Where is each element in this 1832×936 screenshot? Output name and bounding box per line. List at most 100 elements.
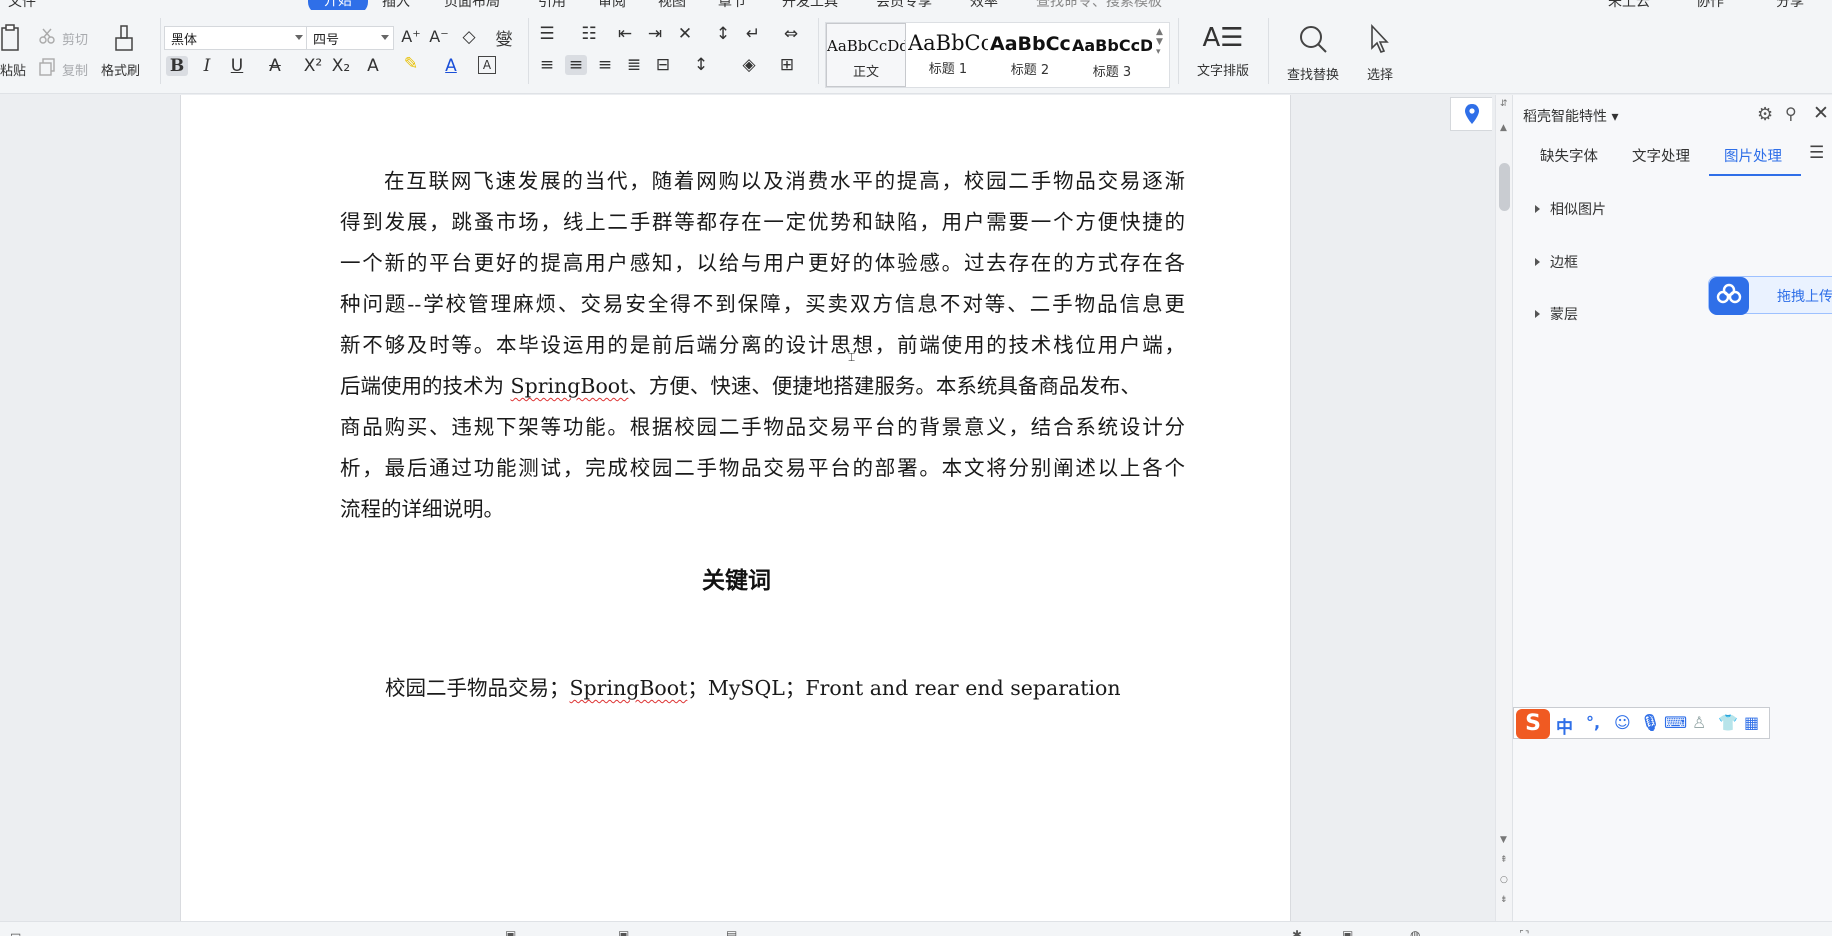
- copy-icon[interactable]: [38, 58, 56, 80]
- gallery-scroll-icon[interactable]: ▲ ▼ ▾: [1156, 27, 1163, 57]
- superscript-icon[interactable]: X²: [302, 56, 324, 76]
- pin-panel-icon[interactable]: ⚲: [1785, 104, 1797, 123]
- format-painter-icon[interactable]: [112, 24, 136, 58]
- view-mode-icon[interactable]: ▣: [505, 928, 516, 936]
- grow-font-icon[interactable]: A⁺: [400, 27, 422, 46]
- menu-references[interactable]: 引用: [538, 0, 566, 10]
- shrink-font-icon[interactable]: A⁻: [428, 27, 450, 46]
- panel-title[interactable]: 稻壳智能特性 ▾: [1523, 106, 1618, 126]
- numbered-list-icon[interactable]: ☷: [578, 24, 600, 44]
- decrease-indent-icon[interactable]: ⇤: [614, 24, 636, 44]
- ime-mode[interactable]: 中: [1556, 713, 1573, 738]
- item-border[interactable]: 边框: [1535, 252, 1578, 272]
- style-heading-2[interactable]: AaBbCcI 标题 2: [990, 23, 1070, 87]
- share-button[interactable]: 分享: [1776, 0, 1804, 10]
- style-heading-1[interactable]: AaBbCc 标题 1: [908, 23, 988, 87]
- font-color-icon[interactable]: A: [440, 56, 462, 76]
- close-icon[interactable]: ✕: [1813, 102, 1829, 124]
- scrollbar-thumb[interactable]: [1499, 163, 1510, 211]
- scroll-up-icon[interactable]: ▲: [1500, 123, 1507, 133]
- item-similar-images[interactable]: 相似图片: [1535, 199, 1606, 219]
- eye-protect-icon[interactable]: ✱: [1292, 928, 1302, 936]
- sogou-logo-icon[interactable]: S: [1516, 709, 1550, 739]
- reading-icon[interactable]: ▤: [726, 928, 737, 936]
- bold-icon[interactable]: B: [166, 56, 188, 76]
- skin-icon[interactable]: 👕: [1718, 713, 1738, 732]
- ime-toolbar[interactable]: S 中 °, ☺ 🎙 ⌨ ♙ 👕 ▦: [1513, 707, 1770, 739]
- style-normal[interactable]: AaBbCcDd 正文: [826, 23, 906, 87]
- navigation-pin-tab[interactable]: [1450, 97, 1492, 131]
- format-painter-label[interactable]: 格式刷: [101, 60, 140, 79]
- status-item[interactable]: ▭: [10, 928, 21, 936]
- keyboard-icon[interactable]: ⌨: [1664, 713, 1687, 732]
- select-button[interactable]: 选择: [1356, 23, 1404, 83]
- ime-punct[interactable]: °,: [1586, 713, 1600, 732]
- browse-object-icon[interactable]: ○: [1500, 875, 1508, 885]
- copy-label[interactable]: 复制: [62, 60, 88, 79]
- drag-upload-button[interactable]: 拖拽上传: [1708, 276, 1832, 315]
- menu-review[interactable]: 审阅: [598, 0, 626, 10]
- line-spacing-icon[interactable]: ↕: [690, 55, 712, 75]
- menu-section[interactable]: 章节: [718, 0, 746, 10]
- sort-icon[interactable]: ↕: [712, 24, 734, 44]
- align-center-icon[interactable]: ≡: [565, 55, 587, 75]
- menu-home[interactable]: 开始: [308, 0, 368, 10]
- phonetic-guide-icon[interactable]: 燮: [488, 25, 520, 50]
- keywords-heading[interactable]: 关键词: [181, 561, 1292, 595]
- menu-page-layout[interactable]: 页面布局: [444, 0, 500, 10]
- font-size-select[interactable]: 四号: [306, 26, 394, 50]
- vertical-scrollbar[interactable]: ⇵ ▲ ▼ ⇞ ○ ⇟: [1495, 95, 1512, 921]
- outline-icon[interactable]: ▣: [618, 928, 629, 936]
- show-marks-icon[interactable]: ↵: [742, 24, 764, 44]
- justify-icon[interactable]: ≣: [623, 55, 645, 75]
- distributed-icon[interactable]: ⊟: [652, 55, 674, 75]
- misspelled-word[interactable]: SpringBoot: [570, 676, 688, 700]
- emoji-icon[interactable]: ☺: [1614, 713, 1631, 732]
- clear-format-icon[interactable]: ◇: [458, 27, 480, 47]
- collaborate-button[interactable]: 协作: [1696, 0, 1724, 10]
- prev-page-icon[interactable]: ⇞: [1500, 855, 1508, 865]
- user-icon[interactable]: ♙: [1692, 713, 1706, 732]
- paste-label[interactable]: 粘贴: [0, 60, 26, 79]
- microphone-icon[interactable]: 🎙: [1640, 713, 1660, 732]
- borders-icon[interactable]: ⊞: [776, 55, 798, 75]
- document-page[interactable]: 在互联网飞速发展的当代，随着网购以及消费水平的提高，校园二手物品交易逐渐 得到发…: [180, 95, 1291, 921]
- web-view-icon[interactable]: ◍: [1410, 928, 1420, 936]
- keywords-line[interactable]: 校园二手物品交易；SpringBoot；MySQL；Front and rear…: [385, 671, 1121, 701]
- menu-view[interactable]: 视图: [658, 0, 686, 10]
- menu-efficiency[interactable]: 效率: [970, 0, 998, 10]
- chinese-layout-icon[interactable]: ✕: [674, 24, 696, 44]
- menu-icon[interactable]: ☰: [1809, 143, 1824, 163]
- font-name-select[interactable]: 黑体: [164, 26, 308, 50]
- shading-icon[interactable]: ◈: [738, 55, 760, 75]
- item-mask-layer[interactable]: 蒙层: [1535, 304, 1578, 324]
- menu-file[interactable]: 文件: [8, 0, 36, 10]
- increase-indent-icon[interactable]: ⇥: [644, 24, 666, 44]
- fullscreen-icon[interactable]: ⛶: [1520, 928, 1528, 936]
- menu-insert[interactable]: 插入: [382, 0, 410, 10]
- style-heading-3[interactable]: AaBbCcDd 标题 3: [1072, 23, 1152, 87]
- subscript-icon[interactable]: X₂: [330, 56, 352, 76]
- pin-toggle-icon[interactable]: ⇵: [1500, 99, 1508, 109]
- abstract-paragraph[interactable]: 在互联网飞速发展的当代，随着网购以及消费水平的提高，校园二手物品交易逐渐 得到发…: [340, 161, 1185, 530]
- tab-text-processing[interactable]: 文字处理: [1632, 145, 1690, 166]
- paste-icon[interactable]: [0, 24, 22, 58]
- page-view-icon[interactable]: ▣: [1342, 928, 1353, 936]
- menu-member[interactable]: 会员专享: [876, 0, 932, 10]
- highlight-icon[interactable]: ✎: [400, 54, 422, 74]
- text-layout-button[interactable]: A☰ 文字排版: [1186, 24, 1260, 79]
- strikethrough-icon[interactable]: A: [264, 56, 286, 76]
- tab-image-processing[interactable]: 图片处理: [1724, 145, 1782, 166]
- text-effect-icon[interactable]: A: [362, 56, 384, 76]
- scissors-icon[interactable]: [38, 27, 56, 49]
- next-page-icon[interactable]: ⇟: [1500, 895, 1508, 905]
- align-left-icon[interactable]: ≡: [536, 55, 558, 75]
- align-right-icon[interactable]: ≡: [594, 55, 616, 75]
- misspelled-word[interactable]: SpringBoot: [511, 374, 629, 398]
- scroll-down-icon[interactable]: ▼: [1500, 835, 1507, 845]
- command-search[interactable]: 查找命令、搜索模板: [1036, 0, 1162, 10]
- tab-leader-icon[interactable]: ⇔: [778, 24, 804, 44]
- toolbox-icon[interactable]: ▦: [1744, 713, 1759, 732]
- find-replace-button[interactable]: 查找替换: [1276, 24, 1350, 83]
- bullet-list-icon[interactable]: ☰: [536, 24, 558, 44]
